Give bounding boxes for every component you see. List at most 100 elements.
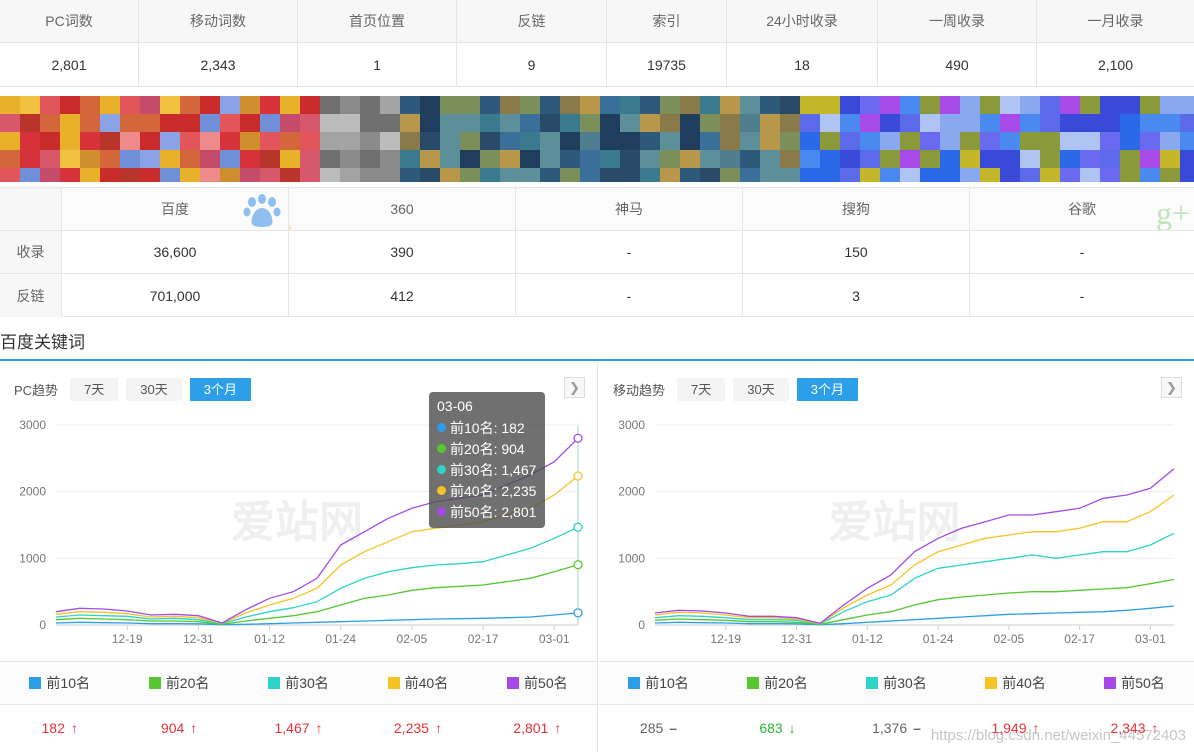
legend-label: 前20名 [165, 675, 210, 691]
legend-swatch-icon [387, 677, 400, 689]
legend-item[interactable]: 前20名 [718, 662, 837, 704]
mosaic-block [420, 132, 440, 150]
legend-item[interactable]: 前40名 [358, 662, 477, 704]
mosaic-block [360, 168, 380, 182]
legend-label: 前20名 [764, 675, 808, 691]
mosaic-block [180, 168, 200, 182]
mosaic-block [1140, 132, 1160, 150]
mosaic-block [140, 150, 160, 168]
pc-range-30d-button[interactable]: 30天 [126, 377, 182, 401]
legend-item[interactable]: 前50名 [1075, 662, 1194, 704]
mosaic-block [60, 168, 80, 182]
mosaic-block [1120, 114, 1140, 132]
stats-header-month: 一月收录 [1087, 13, 1144, 29]
series-line [55, 564, 579, 625]
mosaic-block [280, 150, 300, 168]
mosaic-block [1040, 96, 1060, 114]
mosaic-block [80, 132, 100, 150]
pc-values-row: 182 ↑ 904 ↑ 1,467 ↑ 2,235 ↑ 2,801 ↑ [0, 706, 597, 750]
mosaic-block [760, 96, 780, 114]
mosaic-block [920, 150, 940, 168]
mobile-range-7d-button[interactable]: 7天 [677, 377, 726, 401]
stats-header-24h: 24小时收录 [727, 0, 878, 42]
mosaic-block [220, 114, 240, 132]
engine-value-baidu-backlinks: 701,000 [62, 274, 289, 317]
engine-header-shenma: 神马 [516, 188, 743, 230]
series-line [654, 578, 1175, 625]
legend-item[interactable]: 前50名 [478, 662, 597, 704]
mosaic-block [780, 150, 800, 168]
tooltip-value: 前10名: 182 [450, 419, 525, 436]
series-point[interactable] [573, 433, 583, 443]
engine-value-google-backlinks: - [1079, 287, 1085, 304]
mosaic-block [820, 132, 840, 150]
mosaic-block [600, 168, 620, 182]
mosaic-block [920, 114, 940, 132]
pc-next-arrow-icon[interactable]: ❯ [564, 377, 585, 398]
mosaic-block [1060, 132, 1080, 150]
mosaic-block [1160, 132, 1180, 150]
mobile-next-arrow-icon[interactable]: ❯ [1161, 377, 1182, 398]
mosaic-block [220, 132, 240, 150]
pc-range-3m-button[interactable]: 3个月 [189, 377, 251, 401]
mosaic-block [20, 114, 40, 132]
series-dot-icon [437, 423, 446, 432]
legend-item[interactable]: 前20名 [119, 662, 238, 704]
mosaic-block [860, 150, 880, 168]
mosaic-block [320, 132, 340, 150]
mosaic-block [600, 150, 620, 168]
tooltip-row: 前10名: 182 [437, 417, 537, 438]
mosaic-block [940, 132, 960, 150]
engine-value-shenma-indexed: - [516, 231, 743, 273]
pc-range-7d-button[interactable]: 7天 [70, 377, 119, 401]
trend-flat-icon: – [913, 720, 921, 736]
mosaic-block [540, 114, 560, 132]
mosaic-block [620, 114, 640, 132]
engine-header-sogou: 搜狗 S [743, 188, 970, 230]
mosaic-block [1060, 168, 1080, 182]
series-point[interactable] [573, 560, 583, 570]
mosaic-block [660, 96, 680, 114]
mosaic-block [460, 114, 480, 132]
mosaic-block [900, 96, 920, 114]
stats-value-backlinks: 9 [457, 43, 607, 86]
mosaic-block [1040, 150, 1060, 168]
mosaic-block [880, 114, 900, 132]
x-tick-label: 02-17 [468, 632, 499, 646]
mosaic-block [780, 168, 800, 182]
mosaic-block [1100, 96, 1120, 114]
legend-item[interactable]: 前40名 [956, 662, 1075, 704]
mosaic-block [100, 150, 120, 168]
mosaic-block [680, 114, 700, 132]
mosaic-block [540, 96, 560, 114]
series-point[interactable] [573, 522, 583, 532]
stats-value-pc-words: 2,801 [0, 43, 139, 86]
mosaic-block [1040, 132, 1060, 150]
mosaic-block [580, 96, 600, 114]
legend-item[interactable]: 前30名 [837, 662, 956, 704]
legend-item[interactable]: 前30名 [239, 662, 358, 704]
legend-item[interactable]: 前10名 [0, 662, 119, 704]
mosaic-block [520, 96, 540, 114]
mosaic-block [0, 168, 20, 182]
series-point[interactable] [573, 471, 583, 481]
mosaic-block [60, 150, 80, 168]
mosaic-block [80, 168, 100, 182]
mosaic-block [200, 132, 220, 150]
stats-value-mobile-words: 2,343 [139, 43, 298, 86]
mobile-legend: 前10名 前20名 前30名 前40名 前50名 [599, 661, 1194, 705]
mosaic-block [640, 168, 660, 182]
mosaic-block [540, 168, 560, 182]
mosaic-block [100, 114, 120, 132]
mosaic-block [700, 132, 720, 150]
rank-value-text: 2,235 [393, 720, 429, 736]
rank-value-text: 683 [759, 720, 783, 736]
mosaic-block [800, 114, 820, 132]
x-tick-label: 03-01 [539, 632, 570, 646]
mosaic-block [780, 132, 800, 150]
series-point[interactable] [573, 608, 583, 618]
mosaic-block [520, 132, 540, 150]
legend-item[interactable]: 前10名 [599, 662, 718, 704]
mobile-range-3m-button[interactable]: 3个月 [796, 377, 858, 401]
mobile-range-30d-button[interactable]: 30天 [733, 377, 789, 401]
